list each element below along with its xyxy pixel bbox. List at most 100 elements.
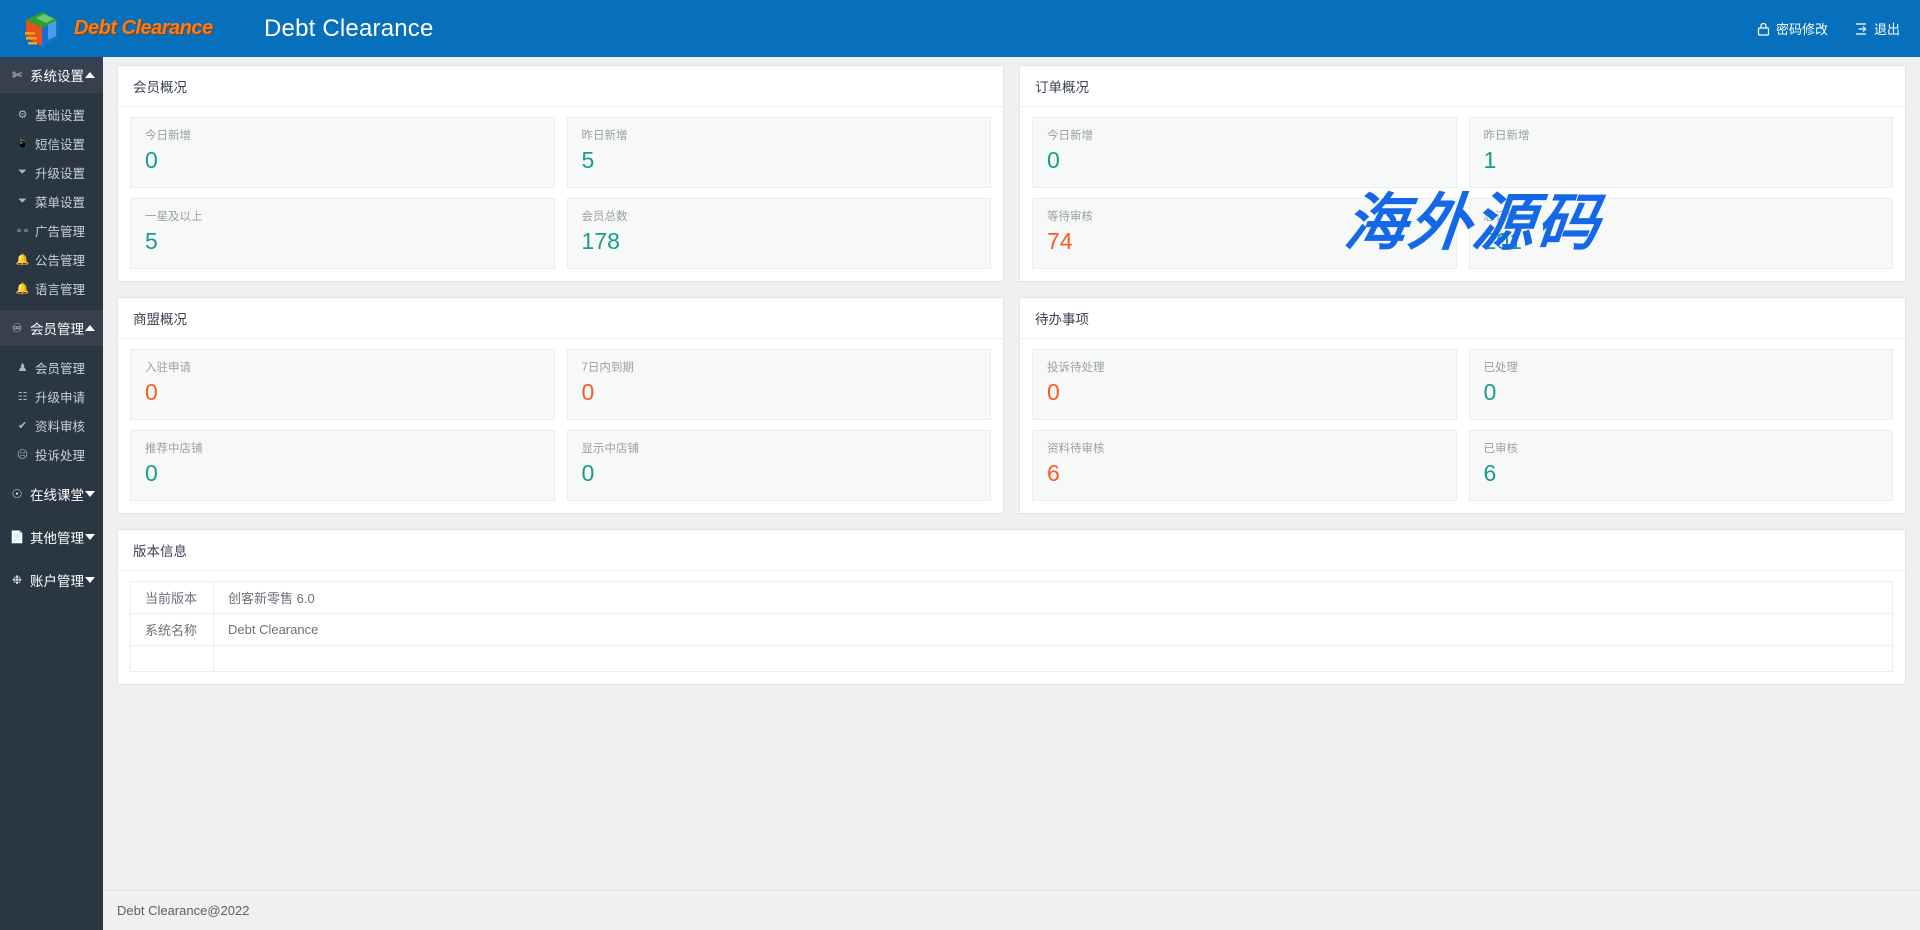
- stat-label: 一星及以上: [145, 210, 540, 225]
- stat-label: 今日新增: [1047, 129, 1442, 144]
- sidebar-group-other-management[interactable]: 📄 其他管理: [0, 519, 103, 555]
- sidebar-group-system-settings[interactable]: ✄ 系统设置: [0, 57, 103, 93]
- sidebar-item-sms-settings[interactable]: 📱 短信设置: [0, 129, 103, 158]
- gear-alt-icon: ❉: [9, 573, 25, 587]
- footer-bar: Debt Clearance@2022: [103, 890, 1920, 930]
- stat-card[interactable]: 投诉待处理 0: [1032, 349, 1457, 420]
- change-password-button[interactable]: 密码修改: [1757, 19, 1828, 38]
- stat-label: 已审核: [1484, 442, 1879, 457]
- panel-version-info: 版本信息 当前版本 创客新零售 6.0 系统名称 Debt Clearanc: [117, 529, 1906, 685]
- stat-value: 6: [1484, 458, 1879, 489]
- stat-label: 总订单: [1484, 210, 1879, 225]
- nav-spacer: [0, 555, 103, 562]
- stat-card[interactable]: 今日新增 0: [1032, 117, 1457, 188]
- sidebar-item-members[interactable]: ♟ 会员管理: [0, 353, 103, 382]
- logout-icon: [1854, 22, 1868, 36]
- stat-card[interactable]: 7日内到期 0: [567, 349, 992, 420]
- panel-member-overview: 会员概况 今日新增 0 昨日新增 5 一星: [117, 65, 1004, 282]
- shield-check-icon: ✔: [15, 419, 30, 432]
- sidebar-item-label: 广告管理: [35, 221, 85, 240]
- panel-todo-items: 待办事项 投诉待处理 0 已处理 0 资料: [1019, 297, 1906, 514]
- stat-value: 74: [1047, 226, 1442, 257]
- stat-card[interactable]: 已处理 0: [1469, 349, 1894, 420]
- user-icon: ♟: [15, 361, 30, 374]
- panel-title: 版本信息: [118, 530, 1905, 571]
- stat-label: 会员总数: [582, 210, 977, 225]
- sidebar-item-basic-settings[interactable]: ⚙ 基础设置: [0, 100, 103, 129]
- stat-card[interactable]: 总订单 201: [1469, 198, 1894, 269]
- stat-card[interactable]: 昨日新增 5: [567, 117, 992, 188]
- table-cell-key: 当前版本: [131, 582, 214, 614]
- change-password-label: 密码修改: [1776, 19, 1828, 38]
- circle-arrow-up-icon: ⏷: [15, 195, 30, 208]
- sidebar-item-document-review[interactable]: ✔ 资料审核: [0, 411, 103, 440]
- stat-value: 178: [582, 226, 977, 257]
- logout-label: 退出: [1874, 19, 1900, 38]
- stat-card-grid: 今日新增 0 昨日新增 1 等待审核 74: [1032, 117, 1893, 269]
- table-row: 系统名称 Debt Clearance: [131, 614, 1893, 646]
- stat-value: 201: [1484, 226, 1879, 257]
- panel-title: 订单概况: [1020, 66, 1905, 107]
- dashboard-col-right-1: 订单概况 今日新增 0 昨日新增 1 等待: [1019, 65, 1906, 529]
- top-header-bar: Debt Clearance Debt Clearance 密码修改 退出: [0, 0, 1920, 57]
- stat-label: 昨日新增: [582, 129, 977, 144]
- panel-body: 入驻申请 0 7日内到期 0 推荐中店铺 0: [118, 339, 1003, 513]
- dashboard-grid: 会员概况 今日新增 0 昨日新增 5 一星: [103, 57, 1920, 700]
- logout-button[interactable]: 退出: [1854, 19, 1900, 38]
- stat-value: 0: [1484, 377, 1879, 408]
- sidebar-group-account-management[interactable]: ❉ 账户管理: [0, 562, 103, 598]
- sidebar-item-label: 语言管理: [35, 279, 85, 298]
- table-cell-key: 系统名称: [131, 614, 214, 646]
- stat-value: 0: [145, 145, 540, 176]
- sidebar-item-upgrade-applications[interactable]: ☷ 升级申请: [0, 382, 103, 411]
- sidebar-item-label: 投诉处理: [35, 445, 85, 464]
- sidebar-item-complaint-handling[interactable]: ☹ 投诉处理: [0, 440, 103, 469]
- chevron-down-icon: [85, 491, 95, 497]
- stat-card[interactable]: 昨日新增 1: [1469, 117, 1894, 188]
- stat-value: 5: [582, 145, 977, 176]
- panel-body: 今日新增 0 昨日新增 1 等待审核 74: [1020, 107, 1905, 281]
- sidebar-item-label: 菜单设置: [35, 192, 85, 211]
- dashboard-col-left-1: 会员概况 今日新增 0 昨日新增 5 一星: [117, 65, 1004, 529]
- stat-value: 0: [582, 377, 977, 408]
- stat-card[interactable]: 显示中店铺 0: [567, 430, 992, 501]
- sidebar-item-language-management[interactable]: 🔔 语言管理: [0, 274, 103, 303]
- brand-wordmark: Debt Clearance: [74, 17, 213, 40]
- sidebar-group-online-classroom[interactable]: ☉ 在线课堂: [0, 476, 103, 512]
- stat-card[interactable]: 资料待审核 6: [1032, 430, 1457, 501]
- dashboard-row-1: 会员概况 今日新增 0 昨日新增 5 一星: [117, 65, 1906, 529]
- panel-body: 当前版本 创客新零售 6.0 系统名称 Debt Clearance: [118, 571, 1905, 684]
- nav-spacer: [0, 303, 103, 310]
- sidebar-item-announcement-management[interactable]: 🔔 公告管理: [0, 245, 103, 274]
- stat-card[interactable]: 一星及以上 5: [130, 198, 555, 269]
- stat-value: 5: [145, 226, 540, 257]
- circle-arrow-up-icon: ⏷: [15, 166, 30, 179]
- sidebar-item-menu-settings[interactable]: ⏷ 菜单设置: [0, 187, 103, 216]
- sidebar-group-member-management[interactable]: ♾ 会员管理: [0, 310, 103, 346]
- stat-card[interactable]: 已审核 6: [1469, 430, 1894, 501]
- sidebar-group-label: 系统设置: [30, 65, 85, 85]
- stat-card[interactable]: 今日新增 0: [130, 117, 555, 188]
- nav-spacer: [0, 469, 103, 476]
- sidebar-group-label: 其他管理: [30, 527, 85, 547]
- stat-value: 0: [582, 458, 977, 489]
- stat-card[interactable]: 等待审核 74: [1032, 198, 1457, 269]
- sad-face-icon: ☹: [15, 448, 30, 461]
- footer-text: Debt Clearance@2022: [117, 903, 249, 918]
- grid-people-icon: ☷: [15, 390, 30, 403]
- chevron-down-icon: [85, 577, 95, 583]
- logo-zone[interactable]: Debt Clearance: [0, 0, 210, 57]
- header-actions: 密码修改 退出: [1757, 19, 1920, 38]
- stat-card-grid: 入驻申请 0 7日内到期 0 推荐中店铺 0: [130, 349, 991, 501]
- sidebar-item-upgrade-settings[interactable]: ⏷ 升级设置: [0, 158, 103, 187]
- stat-card-grid: 今日新增 0 昨日新增 5 一星及以上 5: [130, 117, 991, 269]
- stat-card[interactable]: 推荐中店铺 0: [130, 430, 555, 501]
- stat-value: 0: [1047, 145, 1442, 176]
- panel-title: 商盟概况: [118, 298, 1003, 339]
- stat-label: 等待审核: [1047, 210, 1442, 225]
- stat-card[interactable]: 入驻申请 0: [130, 349, 555, 420]
- stat-card[interactable]: 会员总数 178: [567, 198, 992, 269]
- sidebar-item-label: 升级申请: [35, 387, 85, 406]
- sidebar-item-ad-management[interactable]: ∘∘ 广告管理: [0, 216, 103, 245]
- stat-value: 1: [1484, 145, 1879, 176]
